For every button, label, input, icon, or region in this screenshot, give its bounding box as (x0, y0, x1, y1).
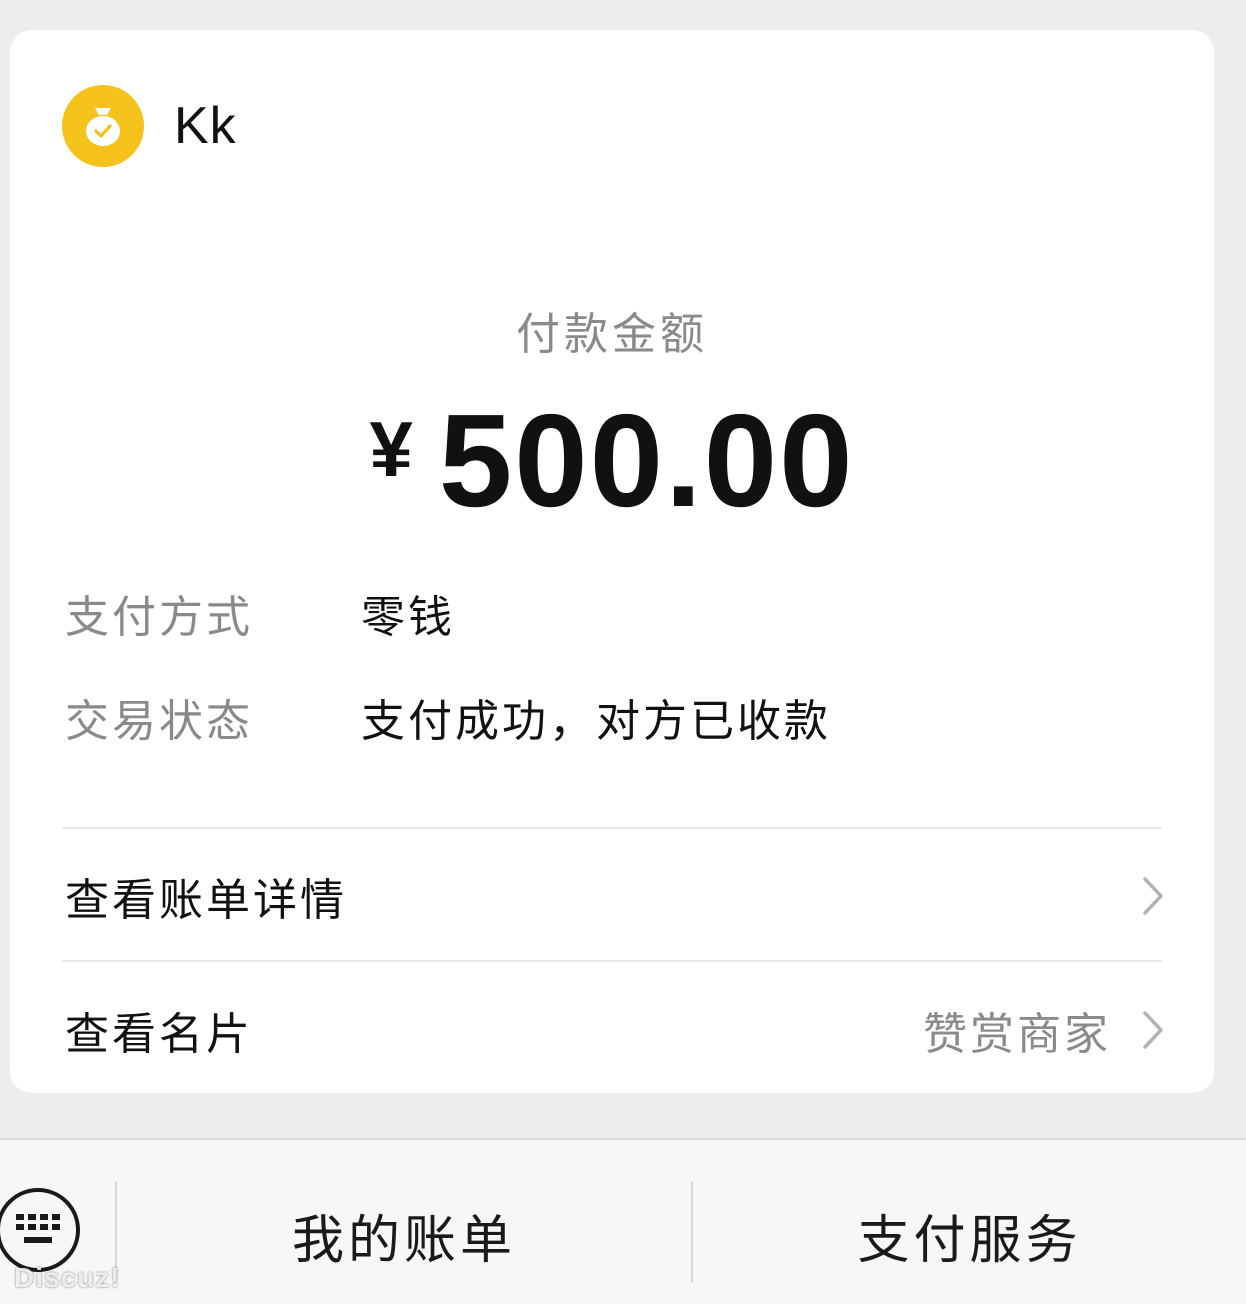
bottom-menu-bar: 我的账单 支付服务 (0, 1138, 1246, 1304)
reward-merchant-link[interactable]: 赞赏商家 (923, 998, 1111, 1062)
amount-value: 500.00 (438, 387, 855, 534)
payment-method-label: 支付方式 (65, 592, 253, 643)
chevron-right-icon (1141, 876, 1165, 916)
payment-method-row: 支付方式 零钱 (65, 583, 455, 643)
transaction-status-label: 交易状态 (65, 696, 253, 747)
view-card-label: 查看名片 (65, 1009, 253, 1060)
view-card-row[interactable]: 查看名片 赞赏商家 (65, 980, 1165, 1080)
payment-method-value: 零钱 (361, 592, 455, 643)
watermark-text: Discuz! (14, 1262, 121, 1293)
merchant-header[interactable]: Kk (62, 85, 237, 167)
view-bill-details-label: 查看账单详情 (65, 875, 347, 926)
view-bill-details-row[interactable]: 查看账单详情 (65, 846, 1165, 946)
merchant-name: Kk (174, 97, 237, 155)
payment-card: Kk 付款金额 ¥500.00 支付方式 零钱 交易状态 支付成功，对方已收款 … (10, 30, 1214, 1093)
divider (62, 827, 1162, 829)
transaction-status-value: 支付成功，对方已收款 (361, 696, 831, 747)
pay-service-button[interactable]: 支付服务 (693, 1180, 1246, 1290)
transaction-status-row: 交易状态 支付成功，对方已收款 (65, 687, 831, 747)
payment-result-page: Kk 付款金额 ¥500.00 支付方式 零钱 交易状态 支付成功，对方已收款 … (0, 0, 1246, 1304)
payment-amount: ¥500.00 (10, 385, 1214, 536)
chevron-right-icon (1141, 1010, 1165, 1050)
money-bag-icon (62, 85, 144, 167)
keyboard-icon[interactable] (0, 1188, 80, 1272)
currency-symbol: ¥ (369, 405, 413, 493)
amount-label: 付款金额 (516, 309, 708, 360)
my-bills-button[interactable]: 我的账单 (117, 1180, 691, 1290)
divider (62, 960, 1162, 962)
